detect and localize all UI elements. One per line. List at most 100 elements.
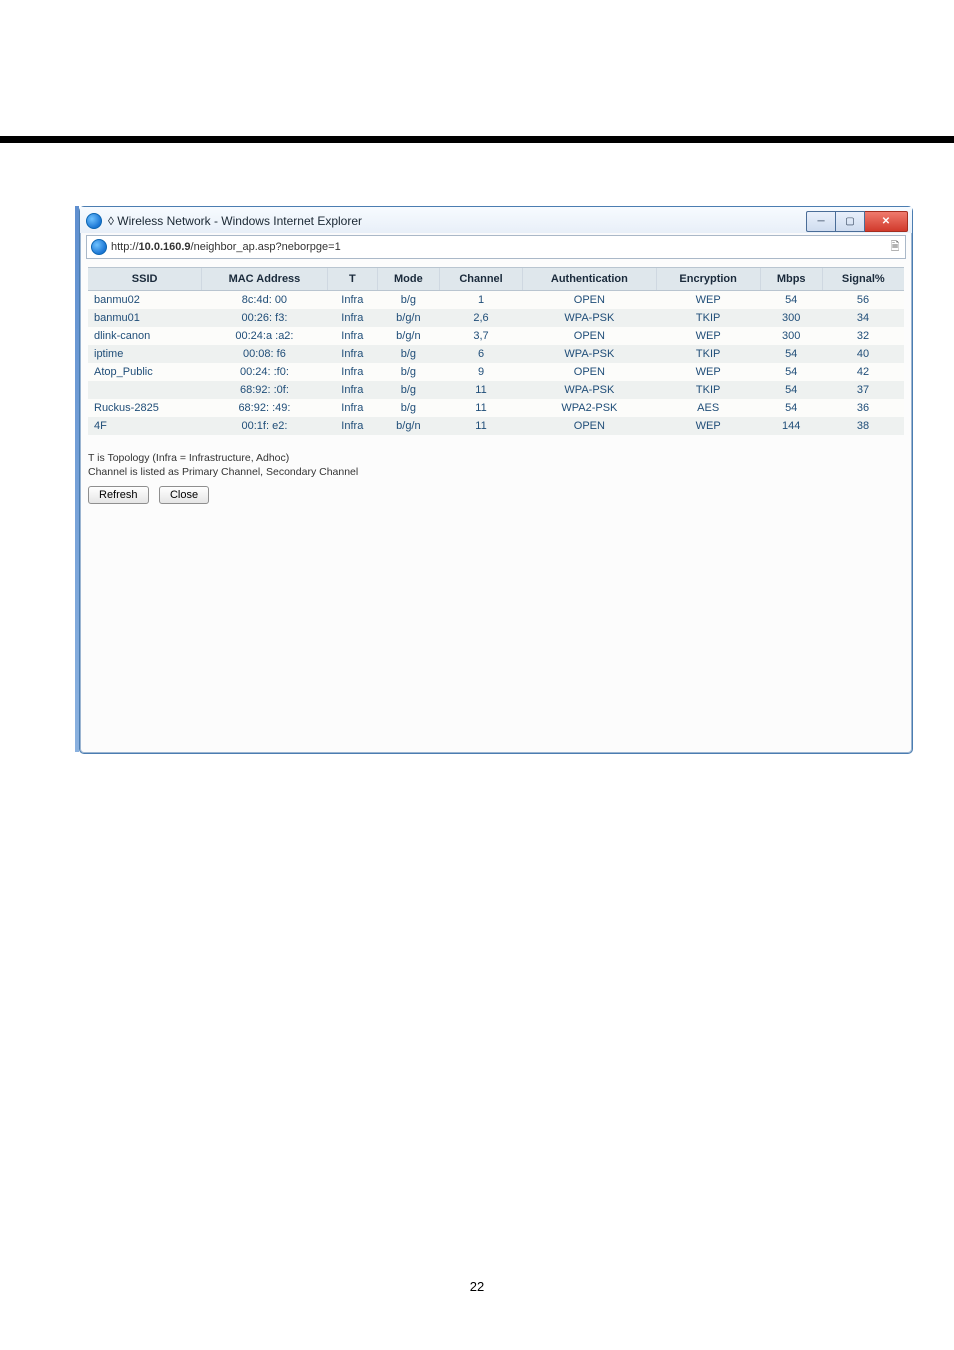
cell-enc: WEP [656,291,760,310]
page-icon: 🗎 [887,238,903,257]
cell-signal: 32 [822,327,904,345]
url-text: http://10.0.160.9/neighbor_ap.asp?neborp… [111,241,887,253]
cell-ssid: iptime [88,345,202,363]
cell-mac: 00:26: f3: [202,309,327,327]
cell-mac: 00:1f: e2: [202,417,327,435]
cell-ssid [88,381,202,399]
cell-mac: 00:24: :f0: [202,363,327,381]
favicon-icon [91,239,107,255]
cell-mode: b/g [377,363,439,381]
cell-mbps: 300 [760,309,822,327]
table-row[interactable]: dlink-canon00:24:a :a2:Infrab/g/n3,7OPEN… [88,327,904,345]
cell-mode: b/g [377,399,439,417]
cell-mbps: 54 [760,291,822,310]
table-row[interactable]: iptime00:08: f6Infrab/g6WPA-PSKTKIP5440 [88,345,904,363]
cell-mbps: 54 [760,399,822,417]
cell-mac: 00:24:a :a2: [202,327,327,345]
cell-mode: b/g/n [377,327,439,345]
cell-channel: 2,6 [439,309,523,327]
cell-channel: 3,7 [439,327,523,345]
table-row[interactable]: banmu0100:26: f3:Infrab/g/n2,6WPA-PSKTKI… [88,309,904,327]
col-signal-[interactable]: Signal% [822,268,904,291]
cell-ssid: banmu01 [88,309,202,327]
cell-mbps: 300 [760,327,822,345]
cell-mac: 68:92: :49: [202,399,327,417]
cell-auth: WPA-PSK [523,309,656,327]
close-button[interactable]: ✕ [865,211,908,232]
cell-ssid: Atop_Public [88,363,202,381]
col-t[interactable]: T [327,268,377,291]
cell-signal: 36 [822,399,904,417]
cell-enc: WEP [656,417,760,435]
cell-mode: b/g [377,381,439,399]
titlebar: ◊ Wireless Network - Windows Internet Ex… [80,207,912,233]
cell-t: Infra [327,327,377,345]
cell-signal: 42 [822,363,904,381]
table-row[interactable]: Ruckus-282568:92: :49:Infrab/g11WPA2-PSK… [88,399,904,417]
refresh-button[interactable]: Refresh [88,486,149,504]
cell-mac: 00:08: f6 [202,345,327,363]
cell-mode: b/g [377,345,439,363]
cell-auth: WPA-PSK [523,381,656,399]
cell-t: Infra [327,381,377,399]
cell-signal: 37 [822,381,904,399]
cell-mac: 68:92: :0f: [202,381,327,399]
cell-ssid: dlink-canon [88,327,202,345]
cell-channel: 9 [439,363,523,381]
col-mac-address[interactable]: MAC Address [202,268,327,291]
close-page-button[interactable]: Close [159,486,209,504]
table-row[interactable]: 4F00:1f: e2:Infrab/g/n11OPENWEP14438 [88,417,904,435]
cell-channel: 11 [439,381,523,399]
cell-mbps: 144 [760,417,822,435]
cell-auth: WPA2-PSK [523,399,656,417]
cell-channel: 11 [439,399,523,417]
cell-signal: 40 [822,345,904,363]
cell-enc: WEP [656,363,760,381]
cell-channel: 11 [439,417,523,435]
table-row[interactable]: Atop_Public00:24: :f0:Infrab/g9OPENWEP54… [88,363,904,381]
cell-mbps: 54 [760,381,822,399]
col-ssid[interactable]: SSID [88,268,202,291]
ie-icon [86,213,102,229]
cell-mbps: 54 [760,363,822,381]
cell-t: Infra [327,417,377,435]
col-authentication[interactable]: Authentication [523,268,656,291]
browser-window: ◊ Wireless Network - Windows Internet Ex… [79,206,913,754]
cell-signal: 56 [822,291,904,310]
cell-signal: 38 [822,417,904,435]
wifi-table: SSIDMAC AddressTModeChannelAuthenticatio… [88,267,904,435]
cell-t: Infra [327,399,377,417]
cell-mode: b/g [377,291,439,310]
cell-enc: TKIP [656,381,760,399]
cell-mode: b/g/n [377,417,439,435]
cell-enc: TKIP [656,345,760,363]
cell-signal: 34 [822,309,904,327]
cell-enc: WEP [656,327,760,345]
cell-auth: WPA-PSK [523,345,656,363]
col-encryption[interactable]: Encryption [656,268,760,291]
cell-ssid: 4F [88,417,202,435]
page-number: 22 [0,1279,954,1294]
cell-enc: TKIP [656,309,760,327]
maximize-button[interactable]: ▢ [836,211,865,232]
col-mbps[interactable]: Mbps [760,268,822,291]
cell-auth: OPEN [523,327,656,345]
cell-t: Infra [327,291,377,310]
table-row[interactable]: 68:92: :0f:Infrab/g11WPA-PSKTKIP5437 [88,381,904,399]
window-title: ◊ Wireless Network - Windows Internet Ex… [108,214,806,228]
cell-t: Infra [327,363,377,381]
cell-t: Infra [327,309,377,327]
address-bar[interactable]: http://10.0.160.9/neighbor_ap.asp?neborp… [86,235,906,259]
cell-auth: OPEN [523,417,656,435]
col-channel[interactable]: Channel [439,268,523,291]
cell-ssid: banmu02 [88,291,202,310]
col-mode[interactable]: Mode [377,268,439,291]
cell-t: Infra [327,345,377,363]
cell-mbps: 54 [760,345,822,363]
cell-enc: AES [656,399,760,417]
cell-auth: OPEN [523,363,656,381]
minimize-button[interactable]: ─ [806,211,836,232]
cell-mode: b/g/n [377,309,439,327]
footnote: T is Topology (Infra = Infrastructure, A… [80,445,912,481]
table-row[interactable]: banmu028c:4d: 00Infrab/g1OPENWEP5456 [88,291,904,310]
